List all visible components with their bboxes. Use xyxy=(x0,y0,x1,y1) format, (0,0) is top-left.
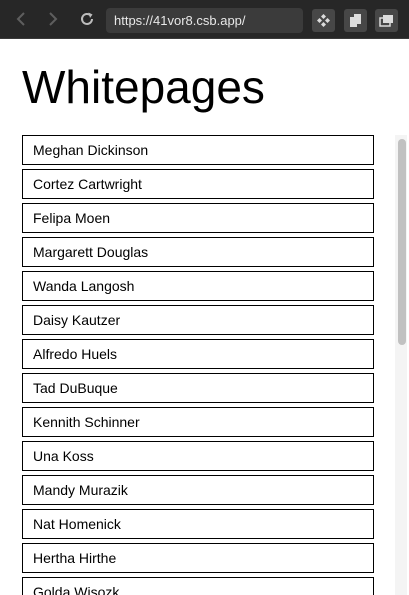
reload-icon xyxy=(81,12,93,25)
list-item[interactable]: Wanda Langosh xyxy=(22,271,374,301)
browser-toolbar: https://41vor8.csb.app/ xyxy=(0,0,409,39)
page-title: Whitepages xyxy=(22,61,265,113)
list-item[interactable]: Daisy Kautzer xyxy=(22,305,374,335)
list-item[interactable]: Mandy Murazik xyxy=(22,475,374,505)
scrollbar-thumb[interactable] xyxy=(398,139,406,345)
chevron-right-icon xyxy=(49,12,58,26)
list-item[interactable]: Nat Homenick xyxy=(22,509,374,539)
list-item[interactable]: Felipa Moen xyxy=(22,203,374,233)
chevron-left-icon xyxy=(16,12,25,26)
windows-icon xyxy=(379,15,393,27)
list-item[interactable]: Golda Wisozk xyxy=(22,577,374,595)
codesandbox-icon xyxy=(317,14,330,27)
list-item[interactable]: Alfredo Huels xyxy=(22,339,374,369)
browser-window: https://41vor8.csb.app/ Whitepages Megha… xyxy=(0,0,409,595)
list-item[interactable]: Margarett Douglas xyxy=(22,237,374,267)
people-list: Meghan Dickinson Cortez Cartwright Felipa … xyxy=(22,135,374,595)
list-item[interactable]: Meghan Dickinson xyxy=(22,135,374,165)
copy-icon xyxy=(350,14,361,27)
back-button[interactable] xyxy=(12,9,32,29)
copy-button[interactable] xyxy=(344,9,367,32)
forward-button[interactable] xyxy=(42,9,62,29)
extension-button[interactable] xyxy=(312,9,335,32)
list-item[interactable]: Kennith Schinner xyxy=(22,407,374,437)
reload-button[interactable] xyxy=(77,9,97,29)
list-item[interactable]: Cortez Cartwright xyxy=(22,169,374,199)
list-item[interactable]: Tad DuBuque xyxy=(22,373,374,403)
address-bar[interactable]: https://41vor8.csb.app/ xyxy=(106,8,303,33)
list-item[interactable]: Hertha Hirthe xyxy=(22,543,374,573)
page-content: Whitepages Meghan Dickinson Cortez Cartwr… xyxy=(0,39,409,595)
list-item[interactable]: Una Koss xyxy=(22,441,374,471)
windows-button[interactable] xyxy=(375,9,398,32)
